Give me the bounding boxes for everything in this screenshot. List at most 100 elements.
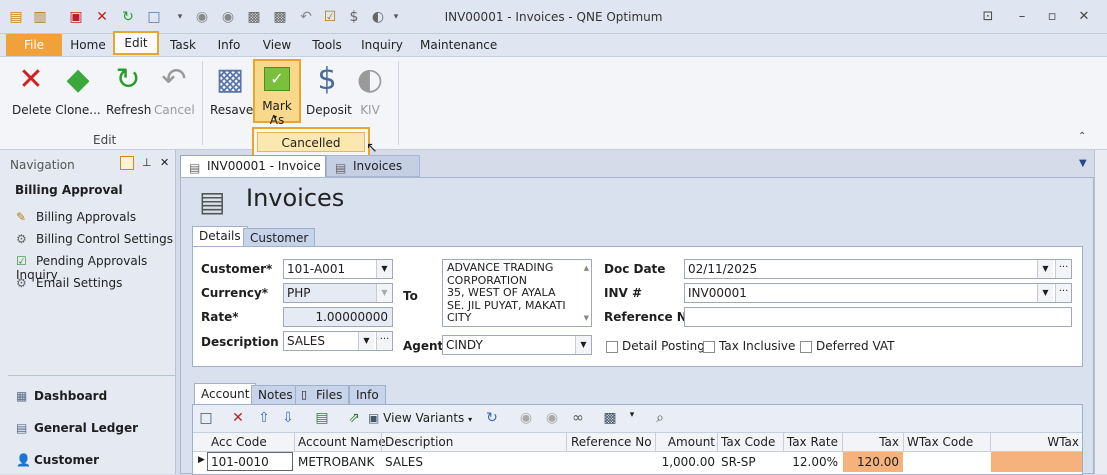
cell-description[interactable]: SALES (385, 455, 423, 469)
layout-icon[interactable] (120, 156, 134, 170)
column-divider[interactable] (717, 433, 718, 452)
pin-icon[interactable]: ⊥ (142, 156, 152, 169)
column-header[interactable]: Amount (668, 435, 715, 449)
column-header[interactable]: Description (385, 435, 453, 449)
inv-number-field[interactable]: INV00001 ▼ ··· (684, 283, 1072, 303)
customer-field[interactable]: 101-A001 ▼ (283, 259, 393, 279)
ellipsis-icon[interactable]: ··· (1055, 260, 1071, 278)
tab-file[interactable]: File (6, 34, 62, 56)
chevron-down-icon[interactable]: ▾ (623, 410, 641, 420)
doc-tab-invoice[interactable]: ▤ INV00001 - Invoice (180, 155, 326, 177)
tab-tools[interactable]: Tools (306, 34, 348, 56)
export-icon[interactable]: ⇗ (345, 410, 363, 426)
tab-customer[interactable]: Customer (243, 228, 316, 248)
deferred-vat-checkbox[interactable]: Deferred VAT (800, 339, 895, 353)
chevron-down-icon[interactable]: ▼ (376, 284, 392, 302)
minimize-icon[interactable]: – (1012, 9, 1032, 24)
clone-button[interactable]: ◆ Clone... (55, 61, 101, 118)
notes-icon[interactable]: ▥ (32, 9, 48, 25)
chevron-down-icon[interactable]: ▼ (358, 332, 374, 350)
chevron-down-icon[interactable]: ▼ (575, 336, 591, 354)
tab-list-chevron-icon[interactable]: ▼ (1079, 158, 1087, 169)
search-icon[interactable]: ⌕ (651, 410, 669, 426)
chevron-down-icon[interactable]: ▼ (376, 260, 392, 278)
nav-splitter[interactable] (8, 375, 176, 379)
restore-icon[interactable]: ⊡ (978, 9, 998, 24)
column-divider[interactable] (566, 433, 567, 452)
new-row-icon[interactable]: □ (197, 410, 215, 426)
tab-files[interactable]: ▯ Files (295, 385, 350, 405)
column-divider[interactable] (903, 433, 904, 452)
column-header[interactable]: WTax Code (907, 435, 973, 449)
cancel-button[interactable]: ↶ Cancel (154, 61, 195, 118)
down-circle-icon[interactable]: ◉ (220, 9, 236, 25)
to-address-field[interactable]: ADVANCE TRADING CORPORATION 35, WEST OF … (442, 259, 592, 327)
column-header[interactable]: Tax Rate (787, 435, 838, 449)
nav-module-general-ledger[interactable]: ▤ General Ledger (16, 421, 138, 435)
down-disabled-icon[interactable]: ◉ (543, 410, 561, 426)
grid-settings-icon[interactable]: ▤ (313, 410, 331, 426)
currency-field[interactable]: PHP ▼ (283, 283, 393, 303)
checklist-icon[interactable]: ☑ (322, 9, 338, 25)
agent-field[interactable]: CINDY ▼ (442, 335, 592, 355)
find-icon[interactable]: ∞ (569, 410, 587, 426)
column-header[interactable]: Acc Code (211, 435, 267, 449)
column-header[interactable]: Tax Code (721, 435, 775, 449)
cell-acc-code[interactable]: 101-0010 (211, 455, 269, 469)
nav-item-email-settings[interactable]: ⚙ Email Settings (16, 276, 122, 290)
delete-row-icon[interactable]: ✕ (229, 410, 247, 426)
scroll-up-icon[interactable]: ▲ (584, 262, 589, 275)
column-divider[interactable] (381, 433, 382, 452)
rate-field[interactable]: 1.00000000 (283, 307, 393, 327)
menu-item-cancelled[interactable]: Cancelled (257, 132, 365, 152)
nav-item-billing-approvals[interactable]: ✎ Billing Approvals (16, 210, 136, 224)
chevron-down-icon[interactable]: ▼ (1037, 260, 1053, 278)
nav-item-billing-control-settings[interactable]: ⚙ Billing Control Settings (16, 232, 173, 246)
scroll-down-icon[interactable]: ▼ (584, 312, 589, 325)
kiv-button[interactable]: ◐ KIV (352, 61, 388, 118)
tab-task[interactable]: Task (166, 34, 200, 56)
deposit-button[interactable]: $ Deposit (306, 61, 352, 118)
resave-button[interactable]: ▩ Resave (210, 61, 253, 118)
cell-tax-code[interactable]: SR-SP (721, 455, 756, 469)
undo-quick-icon[interactable]: ↶ (298, 9, 314, 25)
column-header[interactable]: Tax (879, 435, 899, 449)
move-up-icon[interactable]: ⇧ (255, 410, 273, 426)
column-divider[interactable] (990, 433, 991, 452)
column-divider[interactable] (783, 433, 784, 452)
reference-no-field[interactable] (684, 307, 1072, 327)
tab-inquiry[interactable]: Inquiry (360, 34, 404, 56)
tab-notes[interactable]: Notes (251, 385, 300, 405)
ellipsis-icon[interactable]: ··· (1055, 284, 1071, 302)
deposit-quick-icon[interactable]: $ (346, 9, 362, 25)
tab-home[interactable]: Home (68, 34, 108, 56)
nav-module-customer[interactable]: 👤 Customer (16, 453, 99, 467)
delete-quick-icon[interactable]: ✕ (94, 9, 110, 25)
refresh-grid-icon[interactable]: ↻ (483, 410, 501, 426)
cell-tax[interactable]: 120.00 (857, 455, 899, 469)
mark-as-button[interactable]: ✓ Mark As ▾ (253, 59, 301, 127)
ellipsis-icon[interactable]: ··· (376, 332, 392, 350)
tab-edit[interactable]: Edit (113, 31, 159, 55)
refresh-button[interactable]: ↻ Refresh (106, 61, 151, 118)
description-field[interactable]: SALES ▼ ··· (283, 331, 393, 351)
column-header[interactable]: Reference No (571, 435, 652, 449)
refresh-quick-icon[interactable]: ↻ (120, 9, 136, 25)
table-row[interactable]: ▶ 101-0010 METROBANK SALES 1,000.00 SR-S… (193, 452, 1082, 472)
close-pane-icon[interactable]: ✕ (160, 156, 169, 169)
tab-account[interactable]: Account (194, 383, 257, 405)
tab-maintenance[interactable]: Maintenance (420, 34, 497, 56)
kiv-quick-icon[interactable]: ◐ (370, 9, 386, 25)
tab-details[interactable]: Details (192, 226, 248, 246)
move-down-icon[interactable]: ⇩ (279, 410, 297, 426)
cell-account-name[interactable]: METROBANK (298, 455, 374, 469)
doc-tab-invoices[interactable]: ▤ Invoices (326, 155, 420, 177)
tab-info[interactable]: Info (212, 34, 246, 56)
column-header[interactable]: WTax (1047, 435, 1079, 449)
view-variants-button[interactable]: ▣ View Variants ▾ (368, 411, 472, 425)
column-divider[interactable] (655, 433, 656, 452)
nav-module-dashboard[interactable]: ▦ Dashboard (16, 389, 107, 403)
customize-toolbar-icon[interactable]: ▾ (388, 9, 404, 25)
up-disabled-icon[interactable]: ◉ (517, 410, 535, 426)
column-divider[interactable] (294, 433, 295, 452)
